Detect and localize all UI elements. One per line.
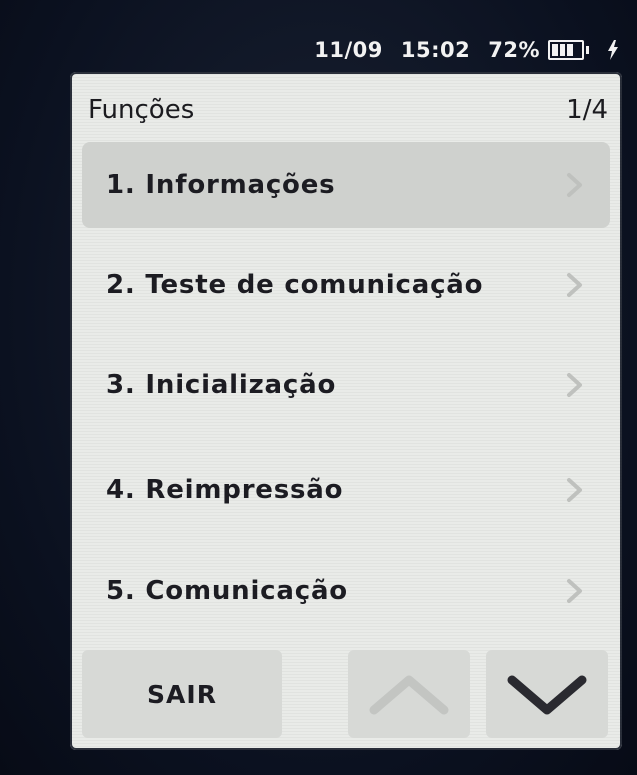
page-indicator: 1/4	[566, 95, 608, 125]
battery-icon	[548, 40, 589, 60]
terminal-screen: Funções 1/4 1. Informações 2. Teste de c…	[70, 72, 622, 750]
menu-item-comunicacao[interactable]: 5. Comunicação	[82, 548, 610, 634]
pos-terminal: 11/09 15:02 72% Funções 1/4 1. Informaçõ…	[0, 0, 637, 775]
status-time: 15:02	[400, 38, 471, 62]
chevron-up-icon	[369, 675, 449, 715]
page-title: Funções	[88, 95, 195, 125]
exit-button-label: SAIR	[147, 679, 217, 709]
scroll-down-button[interactable]	[486, 650, 608, 738]
menu-item-inicializacao[interactable]: 3. Inicialização	[82, 342, 610, 428]
chevron-right-icon	[567, 373, 582, 397]
battery-percentage: 72%	[488, 38, 540, 62]
screen-header: Funções 1/4	[88, 92, 608, 128]
chevron-down-icon	[507, 675, 587, 715]
chevron-right-icon	[567, 173, 582, 197]
menu-item-reimpressao[interactable]: 4. Reimpressão	[82, 447, 610, 533]
menu-item-label: 3. Inicialização	[106, 370, 337, 400]
menu-item-label: 2. Teste de comunicação	[106, 270, 484, 300]
exit-button[interactable]: SAIR	[82, 650, 282, 738]
menu-item-label: 5. Comunicação	[106, 576, 348, 606]
chevron-right-icon	[567, 273, 582, 297]
menu-item-label: 1. Informações	[106, 170, 336, 200]
chevron-right-icon	[567, 478, 582, 502]
menu-item-label: 4. Reimpressão	[106, 475, 344, 505]
chevron-right-icon	[567, 579, 582, 603]
status-bar: 11/09 15:02 72%	[314, 30, 619, 70]
menu-item-informacoes[interactable]: 1. Informações	[82, 142, 610, 228]
scroll-up-button[interactable]	[348, 650, 470, 738]
charging-bolt-icon	[608, 40, 618, 60]
status-date: 11/09	[314, 38, 383, 62]
menu-item-teste-comunicacao[interactable]: 2. Teste de comunicação	[82, 242, 610, 328]
